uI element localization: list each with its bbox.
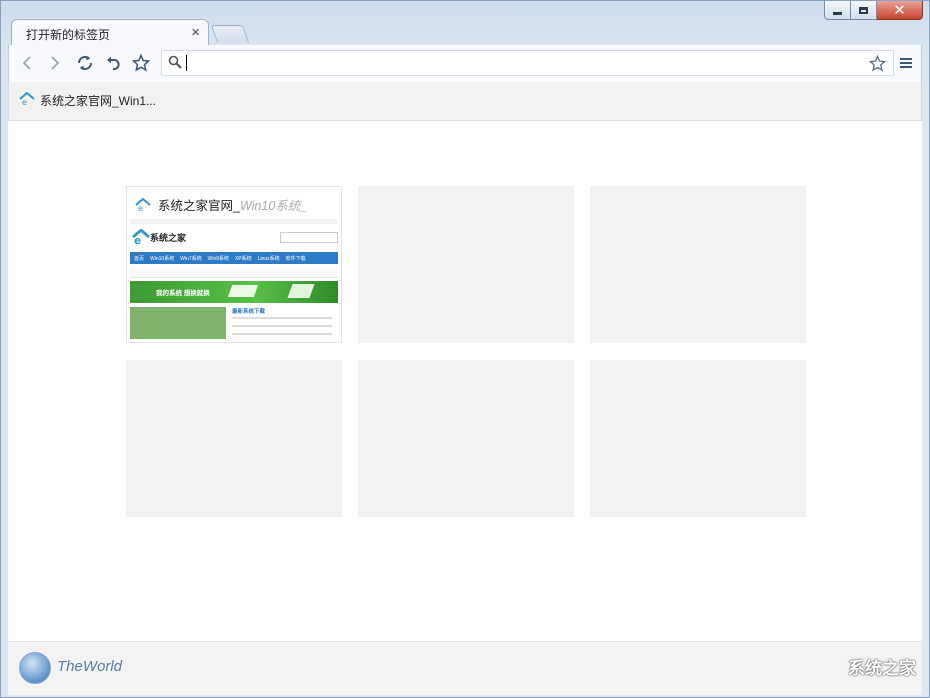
thumb-banner-text: 我的系统 想换就换 [156, 290, 210, 297]
maximize-button[interactable] [851, 1, 877, 20]
svg-text:e: e [134, 235, 141, 245]
tile-title: e 系统之家官网_ Win10系统_ [134, 195, 334, 214]
svg-text:e: e [22, 98, 27, 106]
brand-label: TheWorld [57, 658, 123, 675]
tab-title: 打开新的标签页 [26, 28, 111, 42]
browser-window: ✕ 打开新的标签页 × e 系统之家官网_Win1... e 系统之家官网_ W… [0, 0, 930, 698]
bookmarks-bar: e 系统之家官网_Win1... [8, 82, 922, 121]
tile-title-text: 系统之家官网_ [158, 199, 240, 213]
new-tab-page: e 系统之家官网_ Win10系统_ e 系统之家 首页 Win10系统 Win7… [8, 121, 922, 641]
close-window-button[interactable]: ✕ [877, 1, 923, 20]
minimize-icon [833, 11, 842, 15]
speed-dial-tile-empty[interactable] [590, 360, 806, 517]
thumb-logo-text: 系统之家 [150, 233, 187, 243]
site-logo-icon: e [19, 91, 35, 109]
maximize-icon [859, 6, 868, 14]
search-icon [168, 55, 182, 74]
navigation-toolbar [8, 45, 922, 82]
speed-dial-tile[interactable]: e 系统之家官网_ Win10系统_ e 系统之家 首页 Win10系统 Win7… [126, 186, 342, 343]
bookmark-item[interactable]: e 系统之家官网_Win1... [19, 91, 157, 109]
speed-dial-tile-empty[interactable] [358, 360, 574, 517]
footer-bar: TheWorld 系统之家 [8, 641, 922, 695]
thumb-banner: 我的系统 想换就换 [130, 281, 338, 303]
address-bar[interactable] [161, 50, 894, 76]
speed-dial-tile-empty[interactable] [358, 186, 574, 343]
page-thumbnail: e 系统之家 首页 Win10系统 Win7系统 Win8系统 XP系统 Lin… [130, 219, 338, 339]
tab-close-button[interactable]: × [191, 24, 200, 41]
close-icon: ✕ [893, 1, 906, 19]
thumb-nav-item: 首页 [134, 255, 145, 262]
thumb-nav-item: XP系统 [235, 255, 252, 262]
thumb-nav-item: Win8系统 [207, 255, 230, 262]
window-controls: ✕ [824, 1, 923, 20]
bookmark-label: 系统之家官网_Win1... [40, 94, 157, 108]
undo-icon[interactable] [104, 53, 124, 73]
thumb-list-title: 最新系统下载 [232, 309, 266, 315]
new-tab-button[interactable] [210, 25, 250, 43]
text-caret [186, 55, 187, 71]
thumb-logo-icon: e [130, 228, 152, 247]
refresh-icon[interactable] [75, 53, 95, 73]
speed-dial-tile-empty[interactable] [126, 360, 342, 517]
thumb-nav-item: Win10系统 [150, 255, 175, 262]
back-icon[interactable] [17, 53, 37, 73]
site-logo-icon: e [135, 197, 151, 212]
thumb-nav-item: Win7系统 [180, 255, 202, 262]
watermark-text: 系统之家 [848, 659, 916, 678]
favorite-star-icon[interactable] [131, 53, 151, 73]
menu-icon[interactable] [896, 53, 916, 73]
thumb-nav-item: Linux系统 [257, 255, 280, 262]
svg-text:e: e [138, 204, 143, 212]
bookmark-star-icon[interactable] [867, 53, 887, 73]
tab-new-tab[interactable]: 打开新的标签页 × [11, 19, 209, 47]
tile-title-faded: Win10系统_ [239, 199, 308, 213]
forward-icon[interactable] [45, 53, 65, 73]
thumb-nav-item: 软件下载 [285, 255, 306, 262]
speed-dial-tile-empty[interactable] [590, 186, 806, 343]
theworld-globe-icon[interactable] [19, 652, 51, 684]
minimize-button[interactable] [824, 1, 851, 20]
